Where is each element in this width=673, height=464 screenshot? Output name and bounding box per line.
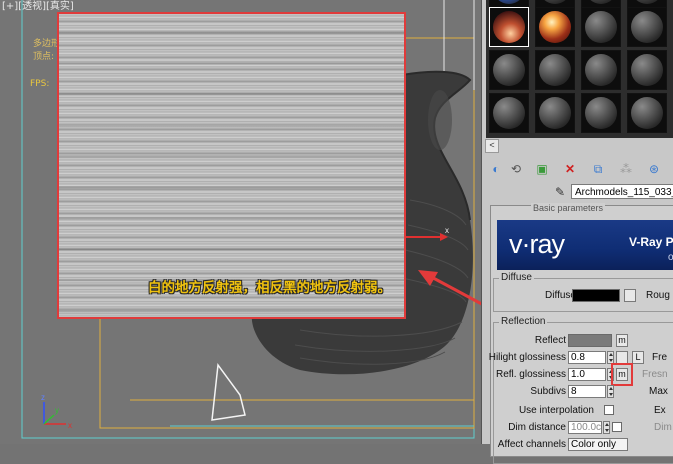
material-name-field[interactable]: Archmodels_115_033_0 bbox=[571, 184, 673, 199]
slot-sphere-icon bbox=[539, 11, 571, 43]
material-slot[interactable] bbox=[581, 7, 621, 47]
slot-sphere-icon bbox=[493, 11, 525, 43]
material-slot[interactable] bbox=[581, 93, 621, 133]
subdivs-field[interactable]: 8 bbox=[568, 385, 606, 398]
perspective-viewport[interactable]: [+][透视][真实] 多边形 顶点: FPS: x x y z 白的地方反射强… bbox=[0, 0, 481, 444]
reset-map-icon[interactable]: ✕ bbox=[561, 160, 579, 178]
subdivs-label: Subdivs bbox=[530, 386, 566, 397]
subdivs-spinner[interactable] bbox=[607, 385, 614, 398]
use-interpolation-label: Use interpolation bbox=[518, 405, 594, 416]
slot-sphere-icon bbox=[493, 97, 525, 129]
material-slot[interactable] bbox=[535, 7, 575, 47]
slot-sphere-icon bbox=[631, 0, 663, 4]
annotation-arrow-layer bbox=[418, 270, 481, 306]
material-slot[interactable] bbox=[627, 7, 667, 47]
slot-sphere-icon bbox=[539, 97, 571, 129]
put-to-library-icon[interactable]: ⊛ bbox=[645, 160, 663, 178]
slot-sphere-icon bbox=[585, 54, 617, 86]
material-slot[interactable] bbox=[627, 93, 667, 133]
material-toolbar: ◐ ⟲ ▣ ✕ ⧉ ⁂ ⊛ bbox=[485, 158, 673, 182]
affect-channels-dropdown[interactable]: Color only bbox=[568, 438, 628, 451]
refl-glossiness-label: Refl. glossiness bbox=[495, 369, 566, 380]
diffuse-color-swatch[interactable] bbox=[572, 289, 620, 302]
diffuse-map-button[interactable] bbox=[624, 289, 636, 302]
material-editor-panel: < ◐ ⟲ ▣ ✕ ⧉ ⁂ ⊛ ✎ Archmodels_115_033_0 B… bbox=[481, 0, 673, 464]
hilight-glossiness-field[interactable]: 0.8 bbox=[568, 351, 606, 364]
vray-logo: v·ray bbox=[509, 229, 565, 259]
reflect-label: Reflect bbox=[534, 335, 566, 346]
material-slot[interactable] bbox=[581, 50, 621, 90]
scroll-slots-left-button[interactable]: < bbox=[485, 139, 499, 153]
highlight-box bbox=[611, 363, 633, 386]
use-interpolation-checkbox[interactable] bbox=[604, 405, 614, 415]
slot-sphere-icon bbox=[585, 0, 617, 4]
eyedropper-icon[interactable]: ✎ bbox=[552, 184, 568, 200]
reflect-color-swatch[interactable] bbox=[568, 334, 612, 347]
dim-distance-spinner[interactable] bbox=[603, 421, 610, 434]
slot-sphere-icon bbox=[539, 0, 571, 4]
slot-sphere-icon bbox=[493, 54, 525, 86]
fresnel-label: Fre bbox=[652, 352, 667, 363]
vray-banner: v·ray V-Ray P op bbox=[497, 220, 673, 270]
slot-sphere-icon bbox=[539, 54, 571, 86]
material-slots bbox=[486, 0, 673, 138]
max-depth-label: Max bbox=[649, 386, 668, 397]
reflection-group: Reflection Reflect m Hilight glossiness … bbox=[489, 316, 673, 464]
dim-distance-label: Dim distance bbox=[508, 422, 566, 433]
hilight-glossiness-label: Hilight glossiness bbox=[488, 352, 566, 363]
assign-to-selection-icon[interactable]: ▣ bbox=[533, 160, 551, 178]
banner-title: V-Ray P bbox=[629, 235, 673, 249]
copy-material-icon[interactable]: ⧉ bbox=[589, 160, 607, 178]
put-to-scene-icon[interactable]: ⟲ bbox=[507, 160, 525, 178]
material-slot[interactable] bbox=[535, 50, 575, 90]
material-name-row: ✎ Archmodels_115_033_0 bbox=[482, 184, 673, 202]
material-slot[interactable] bbox=[627, 50, 667, 90]
annotation-arrow bbox=[423, 271, 481, 306]
slot-sphere-icon bbox=[493, 0, 525, 4]
make-unique-icon[interactable]: ⁂ bbox=[617, 160, 635, 178]
diffuse-group: Diffuse Diffuse Roug bbox=[493, 272, 673, 312]
dim-distance-checkbox[interactable] bbox=[612, 422, 622, 432]
banner-subtitle: op bbox=[668, 252, 673, 263]
slot-sphere-icon bbox=[585, 11, 617, 43]
dim-falloff-label: Dim bbox=[654, 422, 672, 433]
reflection-group-label: Reflection bbox=[499, 316, 548, 327]
affect-channels-label: Affect channels bbox=[497, 439, 566, 450]
roughness-label: Roug bbox=[646, 290, 670, 301]
slot-sphere-icon bbox=[631, 97, 663, 129]
get-material-icon[interactable]: ◐ bbox=[487, 160, 505, 178]
hilight-lock-button[interactable]: L bbox=[632, 351, 644, 364]
fresnel-ior-label: Fresn bbox=[642, 369, 668, 380]
refl-glossiness-field[interactable]: 1.0 bbox=[568, 368, 606, 381]
dim-distance-field[interactable]: 100.0c bbox=[568, 421, 602, 434]
diffuse-group-label: Diffuse bbox=[499, 272, 534, 283]
basic-parameters-rollout: Basic parameters v·ray V-Ray P op Diffus… bbox=[489, 203, 673, 464]
material-slot[interactable] bbox=[489, 93, 529, 133]
rollout-title[interactable]: Basic parameters bbox=[531, 203, 606, 213]
slot-sphere-icon bbox=[631, 11, 663, 43]
material-slot[interactable] bbox=[489, 7, 529, 47]
material-slot[interactable] bbox=[489, 50, 529, 90]
material-slot[interactable] bbox=[535, 93, 575, 133]
slot-sphere-icon bbox=[585, 97, 617, 129]
slot-sphere-icon bbox=[631, 54, 663, 86]
reflect-map-button[interactable]: m bbox=[616, 334, 628, 347]
exit-color-label: Ex bbox=[654, 405, 666, 416]
